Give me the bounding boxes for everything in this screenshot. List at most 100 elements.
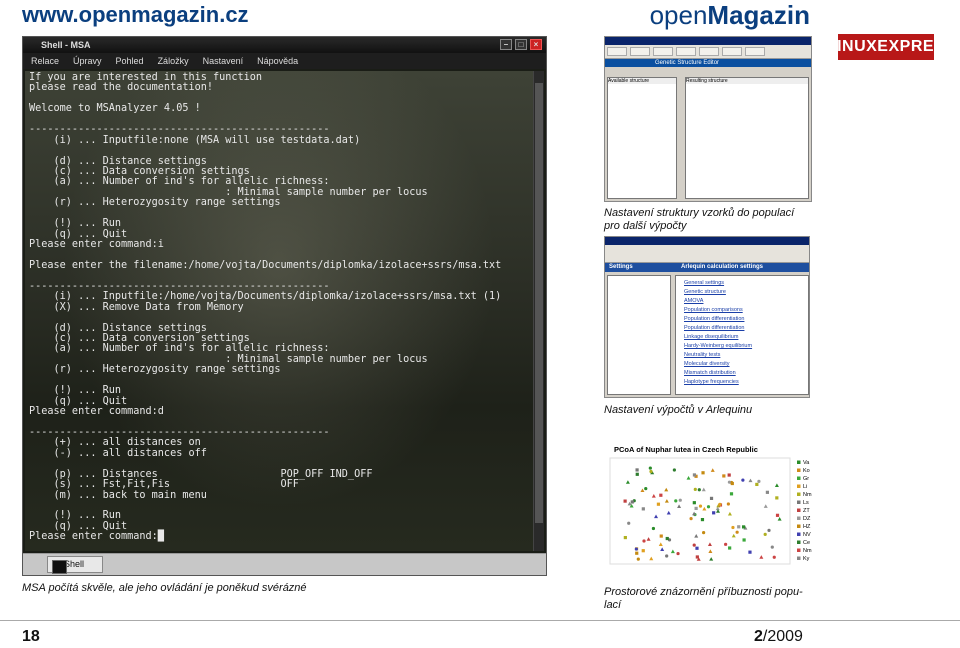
linuxexpres-logo: LINUXEXPRES [827,34,945,60]
settings-tree[interactable] [607,275,671,395]
minimize-icon[interactable]: – [500,39,512,50]
legend-label: Va [803,460,810,466]
legend-marker [797,460,801,464]
legend-marker [797,468,801,472]
legend-label: Ky [803,556,810,562]
menu-item[interactable]: Záložky [158,53,189,69]
close-icon[interactable]: × [530,39,542,50]
scatter-point [693,487,697,491]
scatter-point [770,545,774,549]
shell-titlebar[interactable]: Shell - MSA – □ × [23,37,546,53]
window-controls: – □ × [500,39,542,50]
scatter-point [722,474,726,478]
scatter-point [775,496,779,500]
toolbar-button[interactable] [699,47,719,56]
terminal-line: (r) ... Heterozygosity range settings [29,197,281,209]
menu-item[interactable]: Nastavení [203,53,244,69]
toolbar-button[interactable] [653,47,673,56]
settings-tab[interactable]: Settings [605,263,671,272]
scrollbar-thumb[interactable] [535,83,543,523]
settings-link[interactable]: Population comparisons [684,306,800,315]
terminal-scrollbar[interactable] [533,71,544,551]
settings-link[interactable]: Neutrality tests [684,351,800,360]
terminal-line: Please enter the filename:/home/vojta/Do… [29,259,502,271]
scatter-point [772,555,776,559]
scatter-point [775,513,780,517]
scatter-point [742,538,746,542]
shell-tab-button[interactable]: Shell [47,556,103,574]
scatter-point [672,468,676,472]
settings-link[interactable]: Population differentiation [684,324,800,333]
settings-link[interactable]: Population differentiation [684,315,800,324]
settings-link[interactable]: Hardy-Weinberg equilibrium [684,342,800,351]
terminal-line: (!) ... Run [29,218,122,230]
scatter-point [730,481,734,486]
settings-link[interactable]: Molecular diversity [684,360,800,369]
menu-item[interactable]: Nápověda [257,53,298,69]
shot2-header: Settings Arlequin calculation settings [605,263,809,272]
scatter-point [651,526,656,531]
settings-link[interactable]: General settings [684,279,800,288]
shell-tab-label: Shell [64,559,85,569]
settings-link[interactable]: Haplotype frequencies [684,378,800,387]
chart-caption-1: Prostorové znázornění příbuznosti popu- [604,586,803,598]
scatter-point [649,469,653,474]
terminal-line: (i) ... Inputfile:none (MSA will use tes… [29,134,361,146]
toolbar-button[interactable] [745,47,765,56]
scatter-point [665,536,669,541]
page-number: 18 [22,628,40,645]
legend-marker [797,516,801,520]
legend-label: Ce [803,540,810,546]
settings-link[interactable]: AMOVA [684,297,800,306]
legend-marker [797,484,801,488]
scatter-point [644,486,648,491]
scatter-point [642,539,646,543]
toolbar-button[interactable] [607,47,627,56]
terminal-line: (r) ... Heterozygosity range settings [29,364,281,376]
available-structure-pane[interactable]: Available structure [607,77,677,199]
shell-menubar: Relace Úpravy Pohled Záložky Nastavení Nápově… [23,53,546,69]
brand-bold: Magazin [707,0,810,30]
terminal-icon [52,560,67,574]
maximize-icon[interactable]: □ [515,39,527,50]
shot1-toolbar [605,45,811,59]
toolbar-button[interactable] [630,47,650,56]
legend-marker [797,548,801,552]
terminal-line: (m) ... back to main menu [29,489,207,501]
scatter-point [678,498,682,502]
resulting-structure-pane[interactable]: Resulting structure [685,77,809,199]
scatter-point [709,496,714,500]
scatter-point [700,517,705,522]
legend-marker [797,500,801,504]
scatter-point [634,547,638,551]
menu-item[interactable]: Úpravy [73,53,102,69]
scatter-point [694,506,698,511]
toolbar-button[interactable] [722,47,742,56]
scatter-point [635,472,639,476]
site-url[interactable]: www.openmagazin.cz [22,2,249,28]
settings-link[interactable]: Genetic structure [684,288,800,297]
settings-link[interactable]: Linkage disequilibrium [684,333,800,342]
scatter-point [692,543,696,547]
shell-caption: MSA počítá skvěle, ale jeho ovládání je … [22,582,307,594]
settings-links: General settings Genetic structure AMOVA Po… [675,275,809,395]
legend-marker [797,556,801,560]
settings-link[interactable]: Mismatch distribution [684,369,800,378]
terminal-line: (X) ... Remove Data from Memory [29,301,244,313]
scatter-point [623,535,627,540]
menu-item[interactable]: Relace [31,53,59,69]
legend-label: Ls [803,500,809,506]
legend-label: Nm [803,492,812,498]
scatter-point [698,504,703,508]
terminal-area[interactable]: If you are interested in this function pl… [25,71,533,551]
toolbar-button[interactable] [676,47,696,56]
shot2-toolbar [605,245,809,263]
shot1-caption-1: Nastavení struktury vzorků do populací [604,207,795,219]
issue-bold: 2 [754,628,763,645]
legend-marker [797,532,801,536]
menu-item[interactable]: Pohled [116,53,144,69]
scatter-point [726,502,730,506]
terminal-line: (!) ... Run [29,385,122,397]
terminal-output: If you are interested in this function pl… [25,71,533,545]
